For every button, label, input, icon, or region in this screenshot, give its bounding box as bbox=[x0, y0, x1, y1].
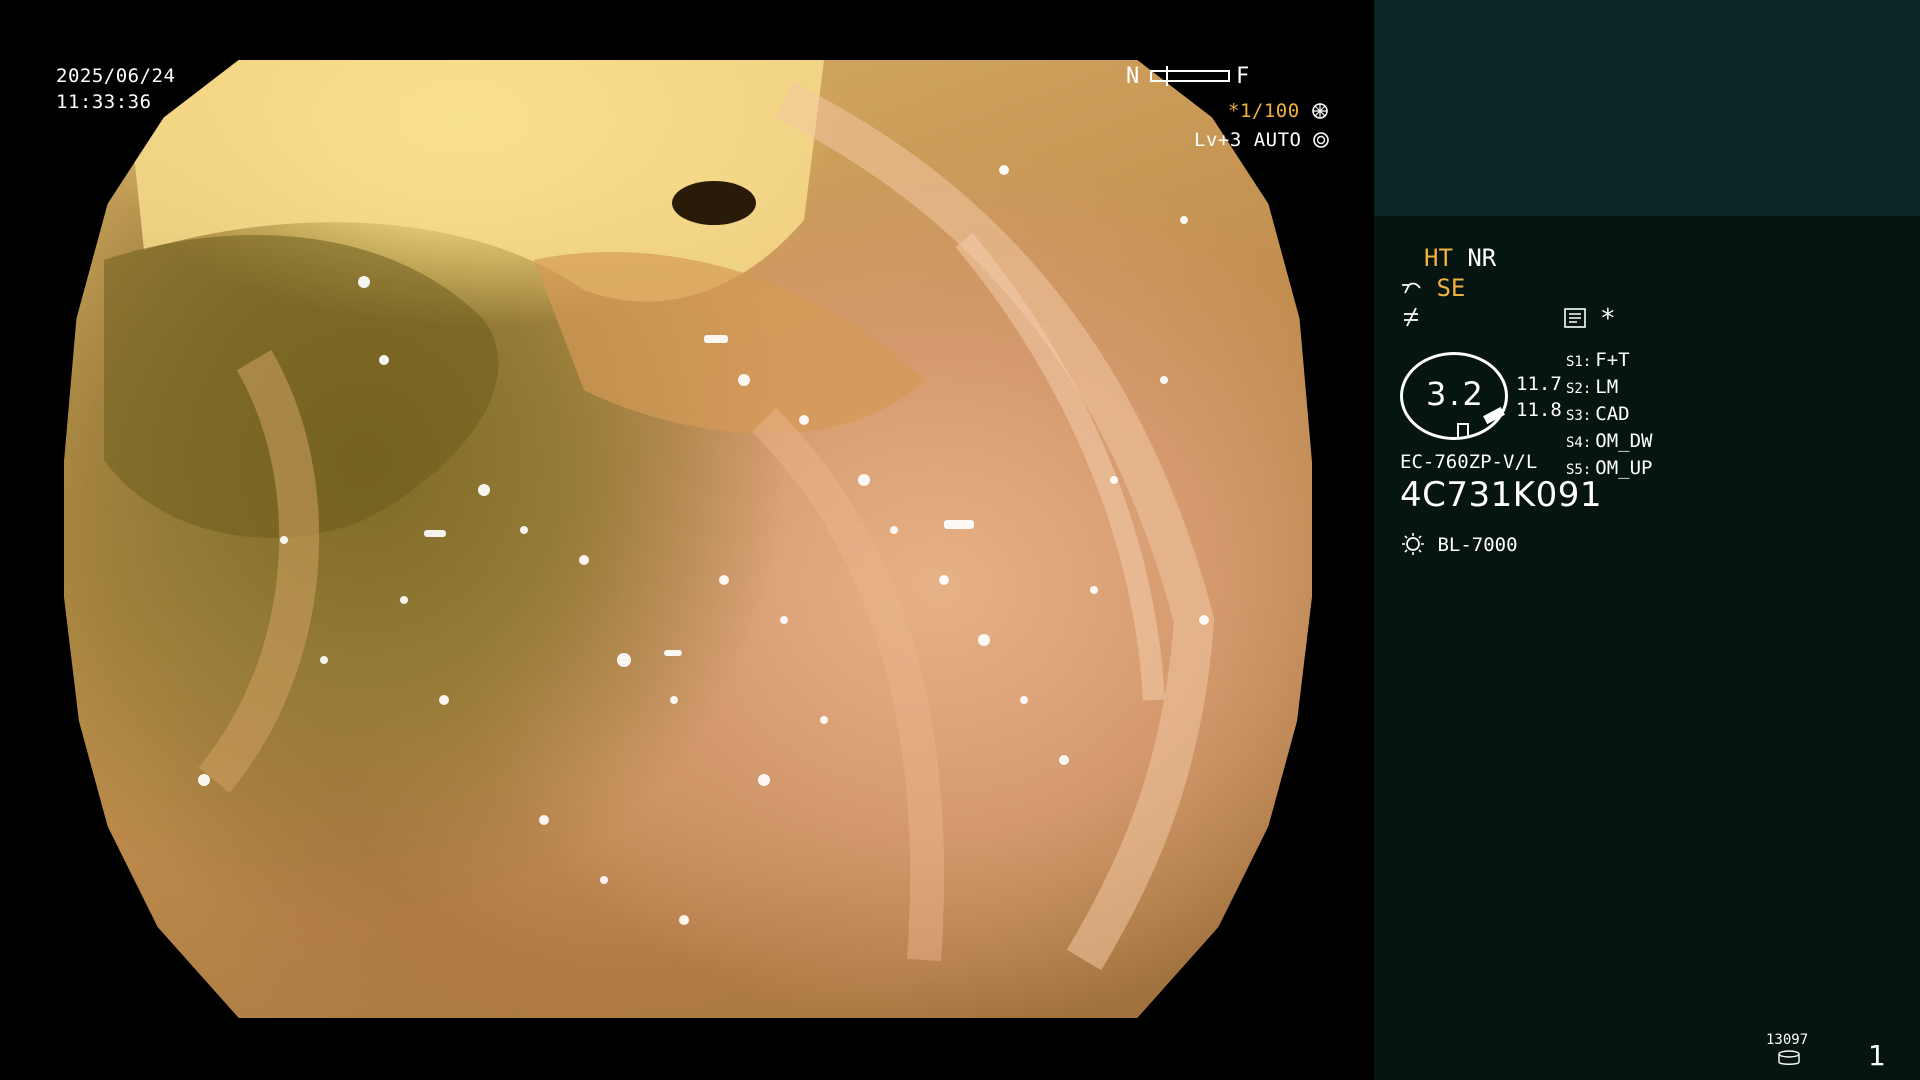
sun-icon bbox=[1400, 532, 1426, 556]
info-panel-header bbox=[1374, 0, 1920, 216]
mode-item: S3: CAD bbox=[1566, 403, 1630, 425]
se-flag: SE bbox=[1436, 274, 1466, 302]
light-source-label: BL-7000 bbox=[1437, 534, 1518, 556]
mode-item: S2: LM bbox=[1566, 376, 1619, 398]
mode-item: S4: OM_DW bbox=[1566, 430, 1653, 452]
value-top: 11.7 bbox=[1516, 373, 1562, 395]
mode-item: S1: F+T bbox=[1566, 349, 1630, 371]
not-equal-icon bbox=[1402, 306, 1422, 328]
endoscope-image bbox=[64, 60, 1312, 1018]
nr-flag: NR bbox=[1467, 244, 1497, 272]
storage-icon bbox=[1776, 1050, 1802, 1066]
level-readout: Lv+3 AUTO bbox=[1194, 127, 1330, 153]
light-source-row: BL-7000 bbox=[1400, 532, 1518, 558]
se-row: SE bbox=[1400, 274, 1465, 302]
value-bottom: 11.8 bbox=[1516, 399, 1562, 421]
mode-list: S1: F+T S2: LM S3: CAD S4: OM_DW S5: OM_UP bbox=[1566, 348, 1653, 483]
aperture-icon bbox=[1311, 100, 1328, 119]
near-label: N bbox=[1126, 64, 1140, 89]
shutter-readout: *1/100 bbox=[1228, 98, 1328, 124]
processing-flags: HT NR bbox=[1424, 244, 1496, 272]
date-label: 2025/06/24 bbox=[56, 65, 176, 87]
shutter-value: *1/100 bbox=[1228, 100, 1300, 122]
scope-model: EC-760ZP-V/L bbox=[1400, 451, 1538, 473]
scope-serial: 4C731K091 bbox=[1400, 475, 1602, 515]
gauge-mark bbox=[1457, 423, 1469, 437]
capacity-value: 3.2 bbox=[1426, 375, 1486, 413]
level-value: Lv+3 AUTO bbox=[1194, 129, 1302, 151]
focus-bar bbox=[1150, 70, 1230, 82]
ht-flag: HT bbox=[1424, 244, 1453, 272]
right-fold-2 bbox=[751, 407, 945, 962]
sensor-icon bbox=[1400, 274, 1422, 294]
time-label: 11:33:36 bbox=[56, 91, 152, 113]
memo-icon bbox=[1564, 308, 1586, 328]
iris-icon bbox=[1313, 129, 1330, 148]
lumen-dark bbox=[672, 181, 756, 225]
mucosa-illustration bbox=[104, 60, 1215, 971]
focus-indicator bbox=[1166, 66, 1168, 86]
info-panel bbox=[1374, 216, 1920, 1080]
image-counter: 13097 bbox=[1766, 1032, 1809, 1048]
central-fold bbox=[534, 252, 924, 434]
far-label: F bbox=[1236, 64, 1250, 89]
page-number: 1 bbox=[1868, 1039, 1886, 1072]
focus-scale: N F bbox=[1126, 64, 1256, 90]
asterisk-mark: * bbox=[1600, 304, 1616, 334]
